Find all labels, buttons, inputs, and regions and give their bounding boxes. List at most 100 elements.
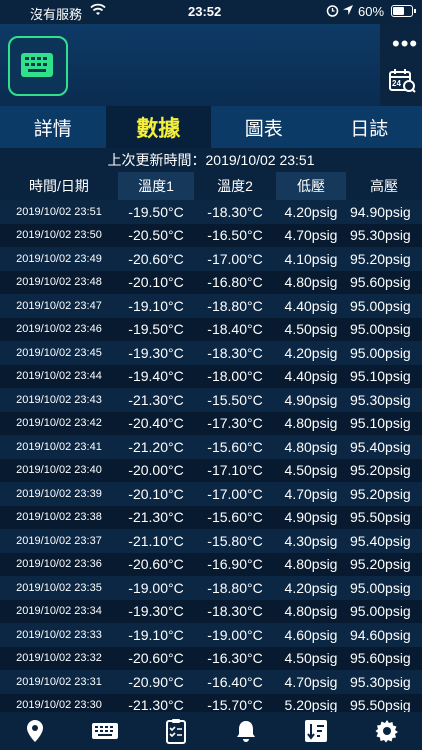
cell-temp1: -21.10°C [128,532,184,549]
cell-datetime: 2019/10/02 23:31 [16,675,102,688]
keyboard-tile-button[interactable] [8,36,68,96]
tab-chart[interactable]: 圖表 [211,106,317,148]
cell-datetime: 2019/10/02 23:48 [16,276,102,289]
bell-icon[interactable] [226,716,266,746]
cell-temp2: -17.10°C [207,462,263,479]
cell-temp2: -16.90°C [207,556,263,573]
cell-temp2: -17.00°C [207,485,263,502]
tab-data[interactable]: 數據 [105,106,211,148]
cell-temp1: -20.60°C [128,556,184,573]
cell-low-pressure: 4.80psig [284,556,338,573]
table-row: 2019/10/02 23:43 -21.30°C -15.50°C 4.90psig… [0,388,422,412]
calendar-search-icon[interactable]: 24 [388,68,416,99]
cell-datetime: 2019/10/02 23:50 [16,229,102,242]
cell-temp1: -20.60°C [128,650,184,667]
table-row: 2019/10/02 23:34 -19.30°C -18.30°C 4.80psig… [0,599,422,623]
gear-icon[interactable] [367,716,407,746]
cell-temp2: -18.40°C [207,321,263,338]
location-pin-icon[interactable] [15,716,55,746]
cell-low-pressure: 4.70psig [284,673,338,690]
cell-low-pressure: 4.60psig [284,626,338,643]
table-header: 時間/日期 溫度1 溫度2 低壓 高壓 [0,172,422,200]
cell-high-pressure: 95.00psig [350,344,411,361]
cell-temp2: -18.80°C [207,297,263,314]
cell-low-pressure: 4.70psig [284,227,338,244]
cell-temp2: -15.60°C [207,438,263,455]
tab-details[interactable]: 詳情 [0,106,106,148]
battery-icon [391,5,416,17]
table-row: 2019/10/02 23:51 -19.50°C -18.30°C 4.20psig… [0,200,422,224]
cell-high-pressure: 95.30psig [350,227,411,244]
cell-low-pressure: 4.30psig [284,532,338,549]
cell-high-pressure: 95.30psig [350,391,411,408]
cell-temp2: -18.00°C [207,368,263,385]
cell-temp1: -20.90°C [128,673,184,690]
cell-low-pressure: 4.20psig [284,579,338,596]
cell-high-pressure: 95.00psig [350,297,411,314]
cell-temp2: -17.30°C [207,415,263,432]
cell-temp2: -15.80°C [207,532,263,549]
cell-low-pressure: 4.80psig [284,415,338,432]
cell-temp2: -16.30°C [207,650,263,667]
alarm-icon [326,3,339,20]
sort-list-icon[interactable] [296,716,336,746]
cell-datetime: 2019/10/02 23:35 [16,581,102,594]
cell-high-pressure: 95.20psig [350,462,411,479]
cell-temp1: -19.10°C [128,626,184,643]
battery-percent: 60% [358,4,385,19]
table-row: 2019/10/02 23:38 -21.30°C -15.60°C 4.90psig… [0,505,422,529]
table-row: 2019/10/02 23:42 -20.40°C -17.30°C 4.80psig… [0,411,422,435]
cell-temp1: -20.00°C [128,462,184,479]
cell-datetime: 2019/10/02 23:40 [16,464,102,477]
cell-temp2: -18.30°C [207,203,263,220]
cell-low-pressure: 4.80psig [284,438,338,455]
cell-high-pressure: 94.60psig [350,626,411,643]
table-row: 2019/10/02 23:39 -20.10°C -17.00°C 4.70psig… [0,482,422,506]
column-header-low-pressure: 低壓 [276,172,346,200]
table-row: 2019/10/02 23:48 -20.10°C -16.80°C 4.80psig… [0,270,422,294]
cell-temp2: -18.30°C [207,603,263,620]
cell-temp1: -19.50°C [128,321,184,338]
bottom-nav [0,712,422,750]
cell-temp2: -16.40°C [207,673,263,690]
table-row: 2019/10/02 23:47 -19.10°C -18.80°C 4.40psig… [0,294,422,318]
cell-low-pressure: 4.50psig [284,321,338,338]
cell-low-pressure: 4.90psig [284,509,338,526]
location-arrow-icon [342,4,354,19]
cell-temp1: -19.00°C [128,579,184,596]
cell-low-pressure: 4.80psig [284,603,338,620]
table-row: 2019/10/02 23:46 -19.50°C -18.40°C 4.50psig… [0,317,422,341]
cell-datetime: 2019/10/02 23:37 [16,534,102,547]
cell-temp1: -19.40°C [128,368,184,385]
cell-temp1: -19.30°C [128,344,184,361]
cell-high-pressure: 95.10psig [350,415,411,432]
cell-high-pressure: 94.90psig [350,203,411,220]
cell-datetime: 2019/10/02 23:51 [16,205,102,218]
cell-datetime: 2019/10/02 23:32 [16,652,102,665]
table-row: 2019/10/02 23:31 -20.90°C -16.40°C 4.70psig… [0,670,422,694]
cell-high-pressure: 95.30psig [350,673,411,690]
clipboard-checklist-icon[interactable] [156,716,196,746]
table-row: 2019/10/02 23:36 -20.60°C -16.90°C 4.80psig… [0,552,422,576]
table-row: 2019/10/02 23:32 -20.60°C -16.30°C 4.50psig… [0,646,422,670]
table-row: 2019/10/02 23:41 -21.20°C -15.60°C 4.80psig… [0,435,422,459]
cell-temp1: -20.10°C [128,485,184,502]
more-dots-icon[interactable]: ••• [392,33,418,55]
cell-datetime: 2019/10/02 23:38 [16,511,102,524]
cell-temp2: -15.50°C [207,391,263,408]
carrier-label: 沒有服務 [30,7,83,22]
table-row: 2019/10/02 23:33 -19.10°C -19.00°C 4.60psig… [0,623,422,647]
cell-temp2: -17.00°C [207,250,263,267]
cell-temp1: -20.60°C [128,250,184,267]
table-row: 2019/10/02 23:45 -19.30°C -18.30°C 4.20psig… [0,341,422,365]
keyboard-icon[interactable] [85,716,125,746]
table-row: 2019/10/02 23:50 -20.50°C -16.50°C 4.70psig… [0,223,422,247]
cell-datetime: 2019/10/02 23:49 [16,252,102,265]
clock-time: 23:52 [188,4,222,19]
cell-high-pressure: 95.50psig [350,509,411,526]
tab-log[interactable]: 日誌 [317,106,422,148]
column-header-temp1: 溫度1 [118,172,194,200]
cell-datetime: 2019/10/02 23:33 [16,628,102,641]
cell-high-pressure: 95.20psig [350,250,411,267]
cell-high-pressure: 95.60psig [350,274,411,291]
